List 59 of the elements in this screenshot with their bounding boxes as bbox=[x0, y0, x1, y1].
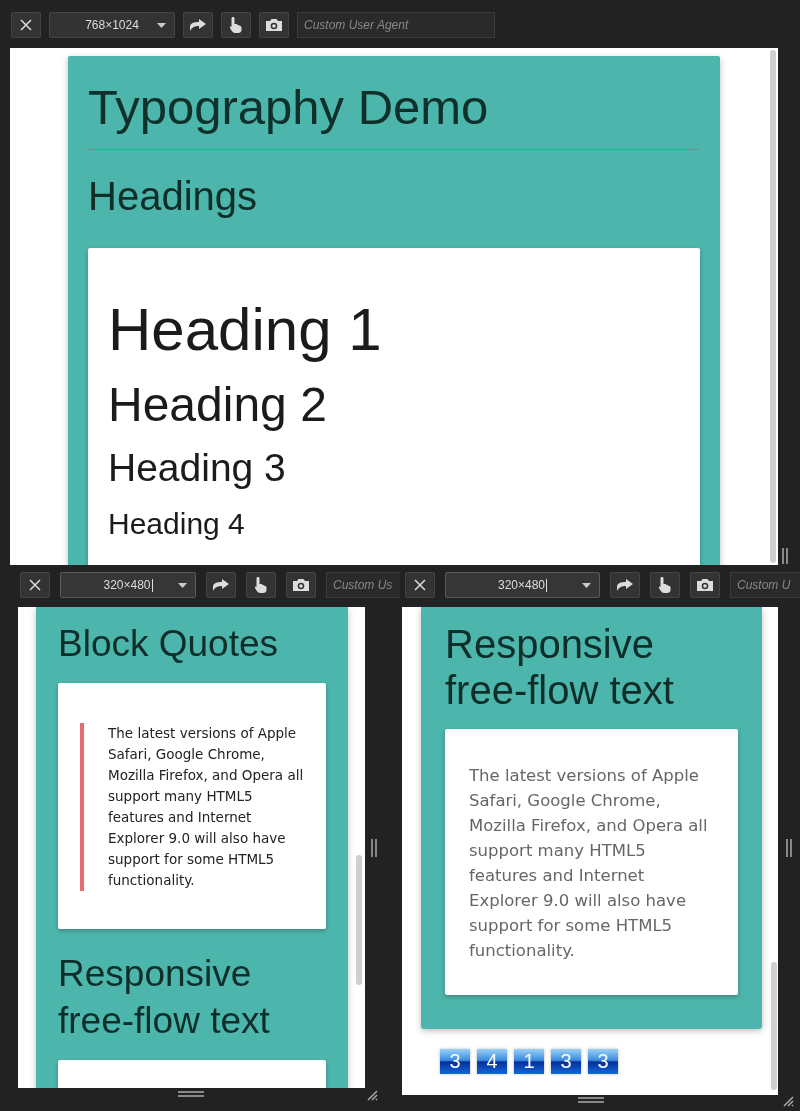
close-icon bbox=[20, 19, 32, 31]
section-heading: Headings bbox=[88, 172, 258, 220]
sample-heading: Heading 2 bbox=[108, 376, 328, 433]
close-button[interactable] bbox=[11, 12, 41, 38]
section-heading: Responsive free-flow text bbox=[445, 621, 675, 713]
screenshot-button[interactable] bbox=[690, 572, 720, 598]
touch-button[interactable] bbox=[246, 572, 276, 598]
rotate-button[interactable] bbox=[610, 572, 640, 598]
counter-digit: 3 bbox=[551, 1049, 581, 1074]
user-agent-field[interactable]: Custom User Agent bbox=[297, 12, 495, 38]
curved-arrow-icon bbox=[212, 578, 230, 592]
close-icon bbox=[29, 579, 41, 591]
counter-digit: 4 bbox=[477, 1049, 507, 1074]
dropdown-arrow-icon bbox=[582, 583, 591, 588]
curved-arrow-icon bbox=[189, 18, 207, 32]
section-heading: Responsive free-flow text bbox=[58, 952, 271, 1043]
pointing-hand-icon bbox=[228, 16, 244, 34]
resize-grip-icon[interactable] bbox=[782, 1095, 794, 1107]
counter-digit: 3 bbox=[588, 1049, 618, 1074]
touch-button[interactable] bbox=[650, 572, 680, 598]
resize-grip-icon[interactable] bbox=[366, 1089, 378, 1101]
scrollbar[interactable] bbox=[356, 855, 362, 985]
page-title: Typography Demo bbox=[88, 79, 490, 136]
camera-icon bbox=[696, 578, 714, 592]
close-icon bbox=[414, 579, 426, 591]
rotate-button[interactable] bbox=[183, 12, 213, 38]
user-agent-field[interactable]: Custom U bbox=[730, 572, 800, 598]
counter-digit: 3 bbox=[440, 1049, 470, 1074]
user-agent-field[interactable]: Custom Us bbox=[326, 572, 400, 598]
curved-arrow-icon bbox=[616, 578, 634, 592]
section-heading: Block Quotes bbox=[58, 622, 280, 666]
splitter-grip-icon[interactable] bbox=[578, 1097, 604, 1103]
block-quote: The latest versions of Apple Safari, Google Chrome, Mozilla Firefox, and Opera all support many HTML5 features and Internet Explorer 9.0 will also have support for some HTML5 functionality. bbox=[80, 723, 306, 892]
splitter-grip-icon[interactable] bbox=[178, 1091, 204, 1097]
screenshot-button[interactable] bbox=[259, 12, 289, 38]
paragraph: The latest versions of Apple Safari, Google Chrome, Mozilla Firefox, and Opera all support many HTML5 features and Internet Explorer 9.0 will also have support for some HTML5 functionality. bbox=[469, 765, 709, 962]
pointing-hand-icon bbox=[253, 576, 269, 594]
size-dropdown[interactable]: 320×480 bbox=[60, 572, 196, 598]
camera-icon bbox=[292, 578, 310, 592]
sample-heading: Heading 4 bbox=[108, 506, 246, 543]
size-dropdown[interactable]: 768×1024 bbox=[49, 12, 175, 38]
scrollbar[interactable] bbox=[770, 50, 776, 563]
splitter-grip-icon[interactable] bbox=[786, 839, 792, 857]
size-dropdown[interactable]: 320×480 bbox=[445, 572, 600, 598]
camera-icon bbox=[265, 18, 283, 32]
splitter-grip-icon[interactable] bbox=[371, 839, 377, 857]
sample-heading: Heading 3 bbox=[108, 445, 287, 492]
pointing-hand-icon bbox=[657, 576, 673, 594]
counter-digit: 1 bbox=[514, 1049, 544, 1074]
close-button[interactable] bbox=[20, 572, 50, 598]
scrollbar[interactable] bbox=[771, 962, 777, 1090]
rotate-button[interactable] bbox=[206, 572, 236, 598]
dropdown-arrow-icon bbox=[178, 583, 187, 588]
screenshot-button[interactable] bbox=[286, 572, 316, 598]
dropdown-arrow-icon bbox=[157, 23, 166, 28]
splitter-grip-icon[interactable] bbox=[782, 548, 788, 564]
sample-heading: Heading 1 bbox=[108, 294, 383, 365]
close-button[interactable] bbox=[405, 572, 435, 598]
touch-button[interactable] bbox=[221, 12, 251, 38]
